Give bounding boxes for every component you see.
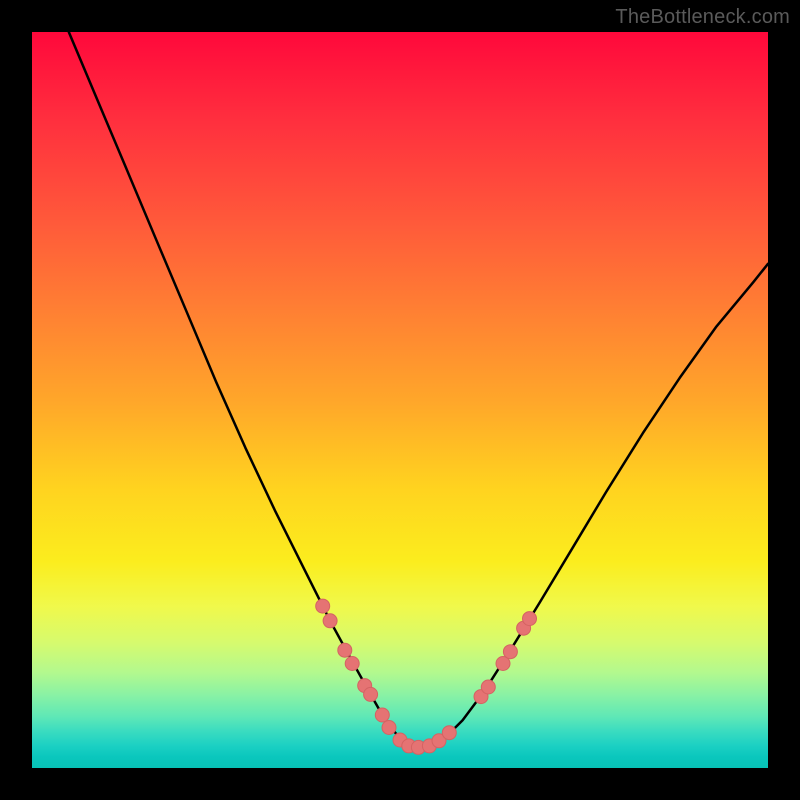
chart-frame: TheBottleneck.com bbox=[0, 0, 800, 800]
curve-overlay bbox=[0, 0, 800, 800]
bottleneck-curve bbox=[69, 32, 768, 747]
curve-marker bbox=[442, 726, 456, 740]
curve-marker bbox=[481, 680, 495, 694]
curve-marker bbox=[338, 643, 352, 657]
curve-marker bbox=[364, 687, 378, 701]
curve-marker bbox=[375, 708, 389, 722]
curve-marker bbox=[382, 721, 396, 735]
curve-marker bbox=[323, 614, 337, 628]
curve-marker bbox=[316, 599, 330, 613]
curve-marker bbox=[503, 645, 517, 659]
curve-marker bbox=[523, 612, 537, 626]
curve-marker bbox=[345, 657, 359, 671]
